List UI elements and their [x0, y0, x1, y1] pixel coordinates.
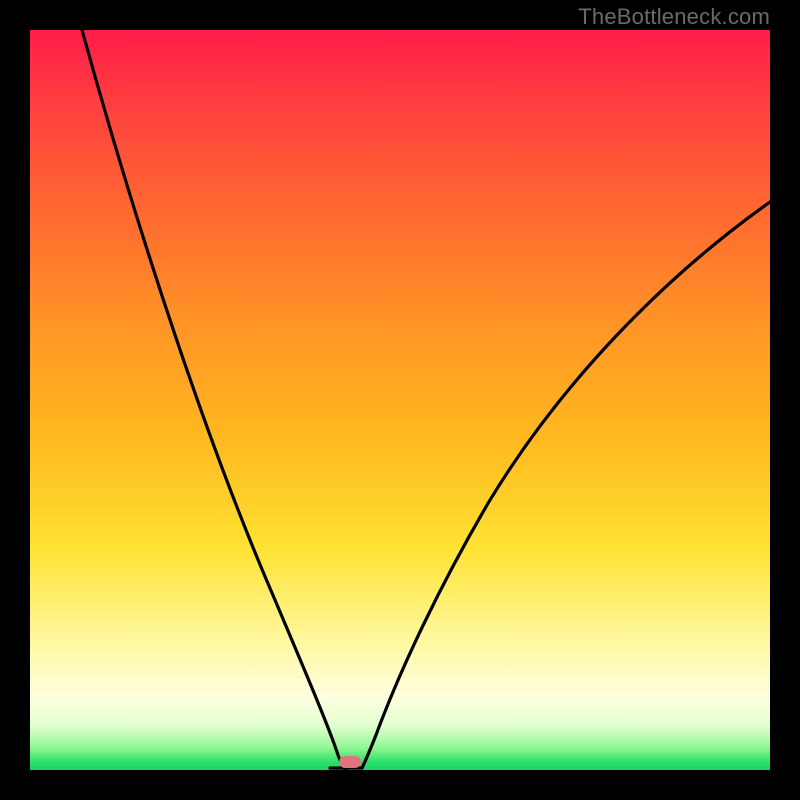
curve-left-branch: [82, 30, 346, 770]
bottleneck-curve: [30, 30, 770, 770]
curve-right-branch: [362, 202, 770, 768]
watermark-text: TheBottleneck.com: [578, 4, 770, 30]
chart-frame: TheBottleneck.com: [0, 0, 800, 800]
minimum-marker: [339, 756, 361, 768]
plot-area: [30, 30, 770, 770]
